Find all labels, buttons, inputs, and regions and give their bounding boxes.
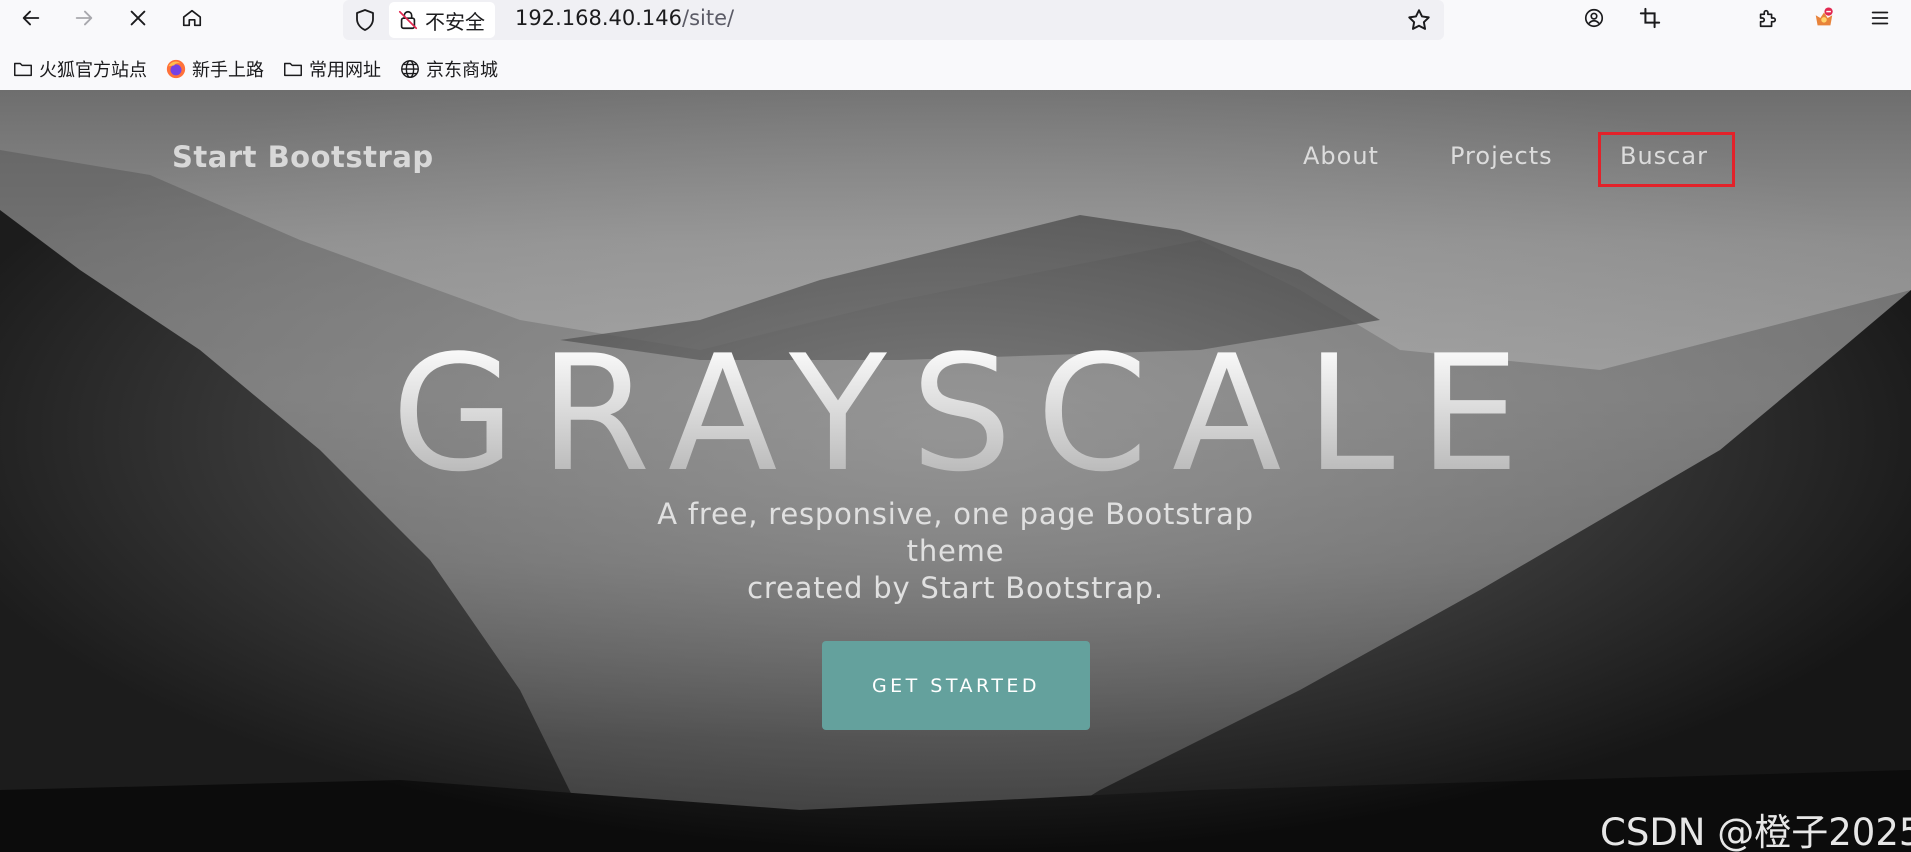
back-button[interactable]	[15, 2, 47, 34]
home-button[interactable]	[176, 2, 208, 34]
url-text[interactable]: 192.168.40.146/site/	[515, 6, 734, 30]
hero-subtitle-line: created by Start Bootstrap.	[747, 571, 1164, 605]
bookmark-item[interactable]: 新手上路	[165, 56, 264, 82]
shield-icon[interactable]	[353, 8, 377, 32]
hero-title: GRAYSCALE	[0, 320, 1911, 507]
bookmark-label: 新手上路	[192, 60, 264, 81]
extensions-button[interactable]	[1751, 2, 1783, 34]
firefox-icon	[166, 59, 186, 79]
stop-button[interactable]	[122, 2, 154, 34]
site-security-indicator[interactable]: 不安全	[389, 2, 495, 38]
account-button[interactable]	[1578, 2, 1610, 34]
extension-button[interactable]	[1808, 2, 1840, 34]
hamburger-menu-icon	[1871, 11, 1889, 25]
bookmark-label: 京东商城	[426, 60, 498, 81]
bookmark-item[interactable]: 京东商城	[399, 56, 498, 82]
close-icon	[130, 10, 146, 26]
annotation-highlight-box	[1598, 132, 1735, 187]
screenshot-button[interactable]	[1634, 2, 1666, 34]
extension-fox-icon	[1815, 7, 1833, 26]
account-icon	[1584, 8, 1604, 28]
hero-subtitle: A free, responsive, one page Bootstrap t…	[605, 496, 1306, 607]
bookmark-label: 常用网址	[309, 60, 381, 81]
crop-icon	[1639, 7, 1661, 29]
bookmark-item[interactable]: 常用网址	[282, 56, 381, 82]
browser-toolbar: 不安全 192.168.40.146/site/	[0, 0, 1911, 40]
nav-link-about[interactable]: About	[1303, 142, 1379, 170]
url-path: /site/	[682, 6, 735, 30]
folder-icon	[284, 62, 302, 77]
page-viewport: Start Bootstrap About Projects Buscar GR…	[0, 90, 1911, 852]
site-brand[interactable]: Start Bootstrap	[172, 140, 434, 174]
insecure-lock-icon	[398, 10, 418, 30]
folder-icon	[14, 62, 32, 77]
url-bar[interactable]: 不安全 192.168.40.146/site/	[343, 0, 1444, 40]
forward-button[interactable]	[68, 2, 100, 34]
arrow-left-icon	[22, 10, 40, 26]
menu-button[interactable]	[1864, 2, 1896, 34]
hero-subtitle-line: A free, responsive, one page Bootstrap t…	[657, 497, 1254, 568]
star-icon[interactable]	[1406, 7, 1432, 33]
arrow-right-icon	[75, 10, 93, 26]
nav-link-projects[interactable]: Projects	[1450, 142, 1553, 170]
security-label: 不安全	[425, 9, 485, 34]
watermark: CSDN @橙子2025	[1600, 811, 1911, 852]
globe-icon	[401, 60, 419, 78]
bookmark-label: 火狐官方站点	[39, 60, 147, 81]
home-icon	[182, 9, 202, 27]
url-host: 192.168.40.146	[515, 6, 682, 30]
bookmarks-bar: 火狐官方站点 新手上路 常用网址 京东商城	[0, 50, 1911, 88]
bookmark-item[interactable]: 火狐官方站点	[12, 56, 147, 82]
puzzle-icon	[1759, 9, 1777, 28]
get-started-button[interactable]: GET STARTED	[822, 641, 1090, 730]
